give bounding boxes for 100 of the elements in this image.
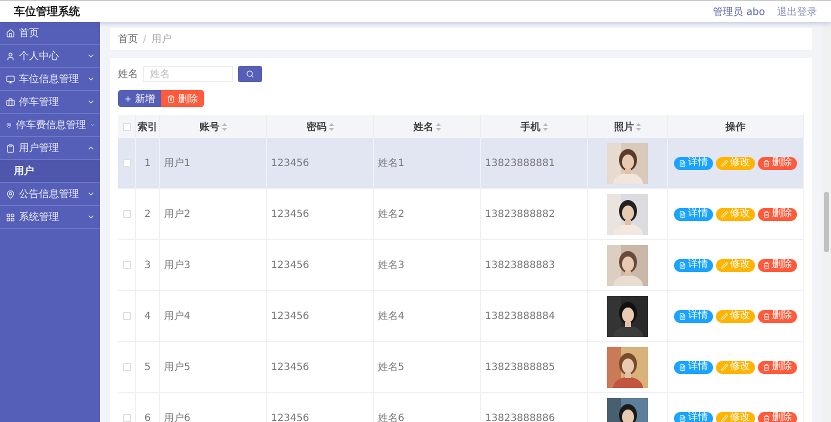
pencil-icon (721, 312, 728, 320)
sort-icon[interactable] (636, 122, 641, 130)
delete-button[interactable]: 删除 (758, 360, 797, 374)
table-cell-text: 姓名1 (378, 157, 404, 170)
user-link[interactable]: 管理员 abo (713, 4, 765, 18)
plus-icon (124, 94, 132, 102)
table-cell: 123456 (271, 362, 310, 372)
table-cell-text: 用户1 (164, 156, 190, 170)
detail-button[interactable]: 详情 (674, 258, 713, 272)
document-icon (679, 210, 686, 218)
row-checkbox[interactable] (122, 414, 130, 422)
table-cell: 13823888886 (485, 412, 555, 422)
breadcrumb-link[interactable]: 用户 (151, 32, 172, 46)
detail-button[interactable]: 详情 (674, 208, 713, 220)
chevron-down-icon (87, 52, 95, 60)
table-cell: 123456 (271, 260, 310, 270)
table-cell: 13823888882 (485, 208, 555, 220)
grid-icon (6, 212, 15, 222)
document-icon (679, 414, 686, 422)
delete-button[interactable]: 删除 (758, 208, 797, 220)
pencil-icon (721, 262, 728, 268)
app-title: 车位管理系统 (14, 4, 80, 19)
edit-button[interactable]: 修改 (716, 258, 755, 272)
delete-button[interactable]: 删除 (161, 90, 204, 107)
delete-button[interactable]: 删除 (758, 156, 797, 170)
monitor-icon (6, 74, 15, 84)
person-icon (6, 52, 15, 60)
delete-button[interactable]: 删除 (758, 310, 797, 322)
table-cell: 6 (144, 412, 151, 422)
sidebar-subitem[interactable]: 用户 (0, 160, 100, 183)
table-cell-text: 用户3 (164, 258, 190, 272)
home-icon (6, 28, 15, 38)
pencil-icon (721, 210, 728, 218)
column-header: 账号 (200, 120, 220, 134)
row-checkbox[interactable] (122, 159, 130, 167)
sort-icon[interactable] (328, 122, 334, 130)
sort-icon[interactable] (436, 122, 440, 130)
detail-button[interactable]: 详情 (674, 360, 713, 374)
search-field[interactable]: 姓名 (143, 66, 233, 82)
logout-link[interactable]: 退出登录 (777, 4, 817, 18)
table-cell-text: 姓名2 (378, 208, 404, 221)
table-cell: 13823888881 (485, 158, 555, 168)
table-cell-text: 姓名4 (378, 310, 404, 323)
row-checkbox[interactable] (122, 210, 130, 218)
breadcrumb-separator: / (143, 34, 146, 44)
pencil-icon (721, 414, 728, 422)
column-header: 手机 (520, 120, 540, 134)
edit-button[interactable]: 修改 (716, 310, 755, 322)
scrollbar[interactable] (822, 22, 831, 422)
table-cell: 123456 (271, 158, 310, 168)
table-cell: 4 (144, 310, 151, 322)
trash-icon (167, 94, 175, 102)
search-icon (246, 70, 254, 78)
briefcase-icon (6, 98, 15, 106)
table-cell: 123456 (271, 310, 310, 322)
chevron-down-icon (87, 190, 95, 198)
add-button[interactable]: 新增 (118, 90, 161, 107)
row-checkbox[interactable] (122, 261, 130, 269)
table-cell: 13823888884 (485, 310, 555, 322)
chevron-up-icon (87, 144, 95, 152)
table-cell: 123456 (271, 412, 310, 422)
document-icon (679, 160, 686, 166)
table-cell-text: 用户2 (164, 208, 190, 221)
detail-button[interactable]: 详情 (674, 156, 713, 170)
sort-icon[interactable] (222, 122, 226, 130)
edit-button[interactable]: 修改 (716, 208, 755, 220)
table-cell: 13823888883 (485, 260, 555, 270)
column-header: 照片 (614, 120, 634, 134)
delete-button[interactable]: 删除 (758, 258, 797, 272)
document-icon (679, 364, 686, 370)
sort-icon[interactable] (542, 122, 548, 130)
edit-button[interactable]: 修改 (716, 360, 755, 374)
select-all-checkbox[interactable] (122, 122, 130, 130)
table-cell-text: 用户6 (164, 412, 190, 422)
breadcrumb-link[interactable]: 首页 (118, 32, 138, 46)
pencil-icon (721, 364, 728, 370)
table-cell-text: 姓名5 (378, 361, 404, 374)
table-cell: 2 (144, 208, 151, 220)
detail-button[interactable]: 详情 (674, 412, 713, 422)
edit-button[interactable]: 修改 (716, 412, 755, 422)
trash-icon (763, 414, 770, 422)
column-header: 操作 (726, 120, 746, 134)
column-header: 索引 (138, 120, 158, 134)
table-cell: 13823888885 (485, 362, 555, 372)
row-checkbox[interactable] (122, 363, 130, 371)
delete-button[interactable]: 删除 (758, 412, 797, 422)
column-header: 密码 (306, 120, 326, 134)
trash-icon (763, 364, 770, 370)
search-label: 姓名 (118, 68, 138, 81)
detail-button[interactable]: 详情 (674, 310, 713, 322)
document-icon (679, 262, 686, 268)
row-checkbox[interactable] (122, 312, 130, 320)
clipboard-icon (6, 144, 15, 152)
chevron-down-icon (87, 75, 95, 83)
table-cell: 5 (144, 362, 151, 372)
trash-icon (763, 262, 770, 268)
search-button[interactable] (238, 66, 262, 82)
edit-button[interactable]: 修改 (716, 156, 755, 170)
document-icon (679, 312, 686, 320)
table-cell-text: 用户5 (164, 360, 190, 374)
